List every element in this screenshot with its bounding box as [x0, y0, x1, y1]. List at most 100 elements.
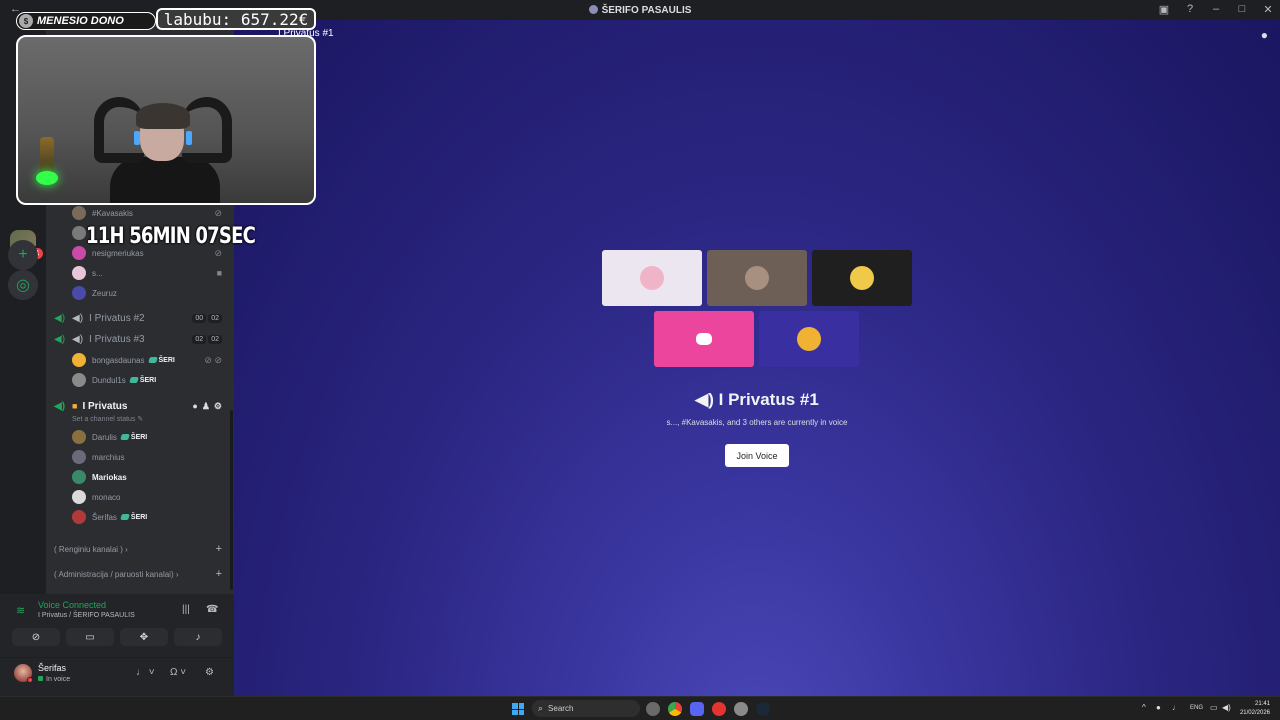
- voice-user[interactable]: #Kavasakis ⊘: [72, 205, 228, 221]
- headphone-light: [134, 131, 140, 145]
- role-tag: ŠERI: [121, 514, 147, 521]
- discord-icon[interactable]: [690, 702, 704, 716]
- tray-overflow-icon[interactable]: ^: [1142, 703, 1146, 712]
- voice-user[interactable]: marchius: [72, 449, 228, 465]
- user-count: 02 02: [192, 334, 222, 344]
- voice-user[interactable]: Šerifas ŠERI: [72, 509, 228, 525]
- participant-tile[interactable]: [707, 250, 807, 306]
- taskbar-app-icon[interactable]: [712, 702, 726, 716]
- screen-share-button[interactable]: ▭: [66, 628, 114, 646]
- headphones-icon[interactable]: Ω ˅: [170, 667, 186, 678]
- donation-label: $ MENESIO DONO: [16, 12, 156, 30]
- settings-icon[interactable]: [734, 702, 748, 716]
- add-channel-icon[interactable]: +: [216, 568, 222, 580]
- user-count: 00 02: [192, 313, 222, 323]
- taskbar-app-icon[interactable]: [646, 702, 660, 716]
- camera-button[interactable]: ⊘: [12, 628, 60, 646]
- streamer-arm: [94, 97, 144, 163]
- clock[interactable]: 21:41 21/02/2026: [1240, 700, 1270, 718]
- avatar: [72, 226, 86, 240]
- user-settings-icon[interactable]: ⚙: [205, 667, 214, 678]
- microphone-icon[interactable]: ♩ ˅: [136, 667, 155, 678]
- add-channel-icon[interactable]: +: [216, 543, 222, 555]
- category-renginiu[interactable]: ( Renginiu kanalai ) › +: [54, 543, 228, 555]
- discord-default-avatar: [696, 333, 712, 345]
- join-voice-button[interactable]: Join Voice: [725, 444, 789, 467]
- explore-servers-button[interactable]: ◎: [8, 270, 38, 300]
- participant-tile[interactable]: [654, 311, 754, 367]
- channel-actions: ● ♟ ⚙: [192, 401, 222, 412]
- voice-user[interactable]: Dundul1s ŠERI: [72, 372, 228, 388]
- avatar: [72, 450, 86, 464]
- voice-status-title[interactable]: Voice Connected: [38, 600, 106, 610]
- participant-tile[interactable]: [759, 311, 859, 367]
- user-name[interactable]: Šerifas: [38, 663, 66, 673]
- inbox-icon[interactable]: ▣: [1158, 3, 1170, 16]
- voice-main-area: I Privatus #1 ● ◀) I Privatus #1 s..., #…: [234, 20, 1280, 696]
- avatar: [72, 266, 86, 280]
- taskbar: ⌕ Search ^ ● ♩ ENG ▭ ◀) 21:41 21/02/2026: [0, 696, 1280, 720]
- voice-channel-title: ◀) I Privatus #1: [695, 390, 819, 409]
- stream-timer: 11H 56MIN 07SEC: [86, 224, 256, 249]
- avatar: [745, 266, 769, 290]
- maximize-button[interactable]: □: [1236, 3, 1248, 16]
- activities-button[interactable]: ✥: [120, 628, 168, 646]
- chrome-icon[interactable]: [668, 702, 682, 716]
- signal-icon[interactable]: ≋: [16, 604, 25, 617]
- voice-user[interactable]: s... ■: [72, 265, 228, 281]
- camera-icon: ■: [216, 268, 222, 278]
- streamer-body: [110, 157, 220, 203]
- voice-user[interactable]: Mariokas: [72, 469, 228, 485]
- deafened-icon: ⊘ ⊘: [204, 354, 222, 365]
- volume-icon: ◀): [72, 312, 84, 324]
- speaker-icon: ◀): [695, 390, 719, 409]
- disconnect-icon[interactable]: ☎: [206, 604, 218, 615]
- role-tag: ŠERI: [130, 377, 156, 384]
- status-dot: [27, 677, 33, 683]
- chat-icon[interactable]: ●: [192, 401, 197, 412]
- volume-icon[interactable]: ◀): [1222, 703, 1231, 712]
- voice-channel-privatus[interactable]: ◀) ■ I Privatus ● ♟ ⚙: [54, 397, 228, 415]
- network-icon[interactable]: ▭: [1210, 703, 1218, 712]
- avatar: [72, 353, 86, 367]
- headphone-light: [186, 131, 192, 145]
- streamer-arm: [182, 97, 232, 163]
- taskbar-search[interactable]: ⌕ Search: [532, 700, 640, 717]
- add-server-button[interactable]: +: [8, 240, 38, 270]
- user-panel: Šerifas In voice ♩ ˅ Ω ˅ ⚙: [0, 658, 234, 696]
- avatar: [797, 327, 821, 351]
- windows-start-icon[interactable]: [512, 703, 524, 715]
- soundboard-button[interactable]: ♪: [174, 628, 222, 646]
- noise-suppression-icon[interactable]: |||: [182, 604, 190, 615]
- avatar: [72, 490, 86, 504]
- close-button[interactable]: ✕: [1262, 3, 1274, 16]
- tray-app-icon[interactable]: ●: [1156, 703, 1161, 712]
- invite-icon[interactable]: ♟: [202, 401, 210, 412]
- channel-status-hint[interactable]: Set a channel status ✎: [72, 415, 143, 423]
- user-status: In voice: [38, 676, 70, 683]
- lock-icon: ■: [72, 401, 78, 411]
- avatar: [640, 266, 664, 290]
- voice-user[interactable]: Zeuruz: [72, 285, 228, 301]
- language-indicator[interactable]: ENG: [1190, 705, 1203, 711]
- minimize-button[interactable]: –: [1210, 3, 1222, 16]
- steam-icon[interactable]: [756, 702, 770, 716]
- participant-tile[interactable]: [812, 250, 912, 306]
- voice-user[interactable]: bongasdaunas ŠERI ⊘ ⊘: [72, 352, 228, 368]
- microphone-icon[interactable]: ♩: [1172, 703, 1180, 712]
- settings-icon[interactable]: ⚙: [214, 401, 222, 412]
- voice-channel-privatus-2[interactable]: ◀) ◀) I Privatus #2 00 02: [54, 309, 228, 327]
- category-administracija[interactable]: ( Administracija / paruosti kanalai) › +: [54, 568, 228, 580]
- voice-user[interactable]: Darulis ŠERI: [72, 429, 228, 445]
- sidebar-scrollbar[interactable]: [230, 410, 233, 590]
- voice-status-channel[interactable]: I Privatus / ŠERIFO PASAULIS: [38, 612, 135, 619]
- muted-icon: ⊘: [214, 207, 222, 218]
- voice-user[interactable]: monaco: [72, 489, 228, 505]
- voice-channel-privatus-3[interactable]: ◀) ◀) I Privatus #3 02 02: [54, 330, 228, 348]
- help-icon[interactable]: ?: [1184, 3, 1196, 16]
- time: 21:41: [1254, 701, 1270, 707]
- chat-bubble-icon[interactable]: ●: [1261, 28, 1268, 42]
- avatar: [850, 266, 874, 290]
- speaker-icon: ◀): [54, 400, 66, 412]
- participant-tile[interactable]: [602, 250, 702, 306]
